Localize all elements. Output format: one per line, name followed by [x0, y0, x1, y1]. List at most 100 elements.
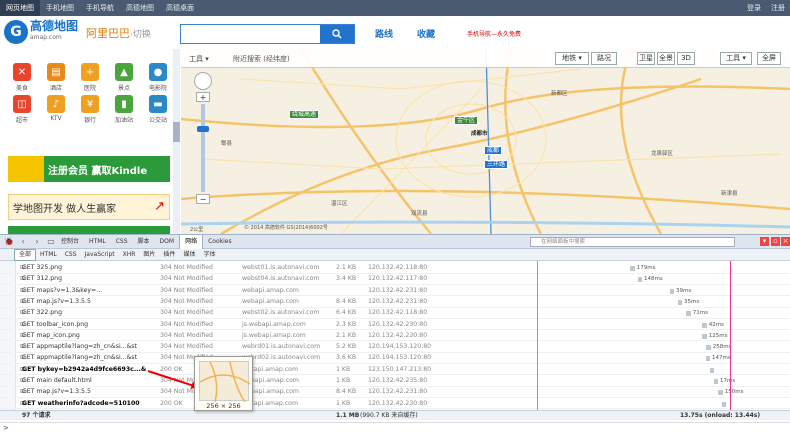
map-label: 新都区 — [551, 91, 568, 97]
3d-button[interactable]: 3D — [677, 52, 695, 65]
network-request-row[interactable]: ⊞ GET bykey=b2942a4d9fce6693c...& 200 OK re… — [0, 365, 790, 376]
request-url: GET main default.html — [22, 377, 92, 384]
category-item[interactable]: ▬ 公交站 — [144, 95, 172, 125]
kindle-banner[interactable]: 注册会员 赢取Kindle — [8, 156, 170, 182]
road-sign: 绕城高速 — [289, 110, 320, 119]
category-item[interactable]: ▤ 酒店 — [42, 63, 70, 93]
network-request-row[interactable]: ⊞ GET appmaptile?lang=zh_cn&si...&st 304 N… — [0, 353, 790, 365]
promo-link[interactable]: 手机导航—永久免费 — [467, 29, 521, 38]
request-size: 3.6 KB — [336, 354, 357, 362]
network-request-row[interactable]: ⊞ GET 322.png 304 Not Modified webst02.is.a… — [0, 308, 790, 319]
category-item[interactable]: ▮ 加油站 — [110, 95, 138, 125]
zoom-control: + − — [194, 72, 212, 212]
top-nav-item[interactable]: 手机导航 — [80, 0, 120, 16]
top-nav-item[interactable]: 高德桌面 — [160, 0, 200, 16]
panorama-button[interactable]: 全景 — [657, 52, 675, 65]
top-nav-item[interactable]: 网页地图 — [0, 0, 40, 16]
timeline-bar — [630, 266, 635, 271]
search-input[interactable] — [181, 25, 320, 43]
request-status: 200 OK — [160, 399, 183, 407]
zoom-slider[interactable] — [197, 104, 209, 192]
request-status: 304 Not Modified — [160, 264, 213, 271]
category-item[interactable]: + 医院 — [76, 63, 104, 93]
network-request-row[interactable]: ⊞ GET map.js?v=1.3.5.5 304 Not Modified web… — [0, 297, 790, 308]
request-ip: 120.194.153.120:80 — [368, 354, 432, 362]
timeline-bar — [722, 401, 726, 407]
hospital-icon: + — [81, 63, 99, 81]
network-request-row[interactable]: ⊞ GET 312.png 304 Not Modified webst04.is.a… — [0, 274, 790, 285]
login-link[interactable]: 登录 — [742, 3, 766, 13]
request-size: 1 KB — [336, 377, 351, 384]
map-tool-left[interactable]: 工具 ▾ — [189, 54, 209, 64]
category-label: 电影院 — [148, 85, 167, 92]
traffic-button[interactable]: 路况 — [591, 52, 617, 65]
category-label: KTV — [50, 115, 62, 122]
request-status: 304 Not Modified — [160, 343, 213, 351]
sidebar-scrollbar[interactable] — [173, 49, 180, 234]
network-request-row[interactable]: ⊞ GET map.js?v=1.3.5.5 304 Not Modified web… — [0, 387, 790, 398]
bus-icon: ▬ — [149, 95, 167, 113]
hotel-icon: ▤ — [47, 63, 65, 81]
category-item[interactable]: ● 电影院 — [144, 63, 172, 93]
request-ip: 120.132.42.117:80 — [368, 275, 428, 283]
route-link[interactable]: 路线 — [375, 27, 393, 40]
category-item[interactable]: ◫ 超市 — [8, 95, 36, 125]
register-link[interactable]: 注册 — [766, 3, 790, 13]
category-label: 美食 — [15, 85, 28, 92]
request-domain: webst04.is.autonavi.com — [242, 275, 320, 283]
scrollbar-thumb[interactable] — [173, 122, 180, 142]
request-url: GET bykey=b2942a4d9fce6693c...& — [22, 365, 147, 373]
category-item[interactable]: ♪ KTV — [42, 95, 70, 125]
subway-button[interactable]: 地铁 ▾ — [555, 52, 589, 65]
map-copyright: © 2014 高德软件 GS(2014)6002号 — [244, 225, 328, 231]
timeline-bar — [678, 299, 682, 305]
network-request-row[interactable]: ⊞ GET weatherinfo?adcode=510100 200 OK rest… — [0, 399, 790, 410]
map-label: 龙泉驿区 — [651, 151, 674, 157]
satellite-button[interactable]: 卫星 — [637, 52, 655, 65]
logo-sub: amap.com — [30, 34, 62, 41]
network-request-row[interactable]: ⊞ GET maps?v=1.3&key=... 304 Not Modified w… — [0, 286, 790, 297]
request-url: GET weatherinfo?adcode=510100 — [22, 399, 140, 407]
tools-button[interactable]: 工具 ▾ — [720, 52, 752, 65]
third-banner[interactable] — [8, 226, 170, 234]
network-request-row[interactable]: ⊞ GET toolbar_icon.png 304 Not Modified js.… — [0, 320, 790, 331]
category-item[interactable]: ▲ 景点 — [110, 63, 138, 93]
request-size: 1 KB — [336, 399, 351, 407]
timeline-bar — [706, 345, 711, 351]
pan-control[interactable] — [194, 72, 212, 90]
request-domain: webst01.is.autonavi.com — [242, 264, 320, 271]
dev-banner[interactable]: 学地图开发 做人生赢家 ↗ — [8, 194, 170, 220]
request-url: GET map.js?v=1.3.5.5 — [22, 388, 91, 396]
category-label: 景点 — [117, 85, 130, 92]
city-selector[interactable]: 阿里巴巴·切换 — [86, 25, 151, 41]
request-time: 71ms — [692, 310, 709, 317]
console-prompt[interactable]: > — [0, 422, 790, 433]
network-request-row[interactable]: ⊞ GET map_icon.png 304 Not Modified js.weba… — [0, 331, 790, 342]
timeline-bar — [714, 379, 718, 384]
zoom-in-button[interactable]: + — [196, 92, 210, 102]
timeline-bar — [710, 367, 714, 373]
search-button[interactable] — [320, 25, 354, 43]
fullscreen-button[interactable]: 全屏 — [757, 52, 781, 65]
category-item[interactable]: ✕ 美食 — [8, 63, 36, 93]
request-size: 2.3 KB — [336, 320, 357, 328]
network-request-row[interactable]: ⊞ GET main default.html 304 Not Modified we… — [0, 376, 790, 387]
zoom-slider-knob[interactable] — [197, 126, 209, 132]
category-item[interactable]: ¥ 银行 — [76, 95, 104, 125]
map-canvas[interactable]: 绕城高速 金牛区 成都 三环路 郫县 温江区 新都区 龙泉驿区 双流县 新津县 … — [181, 49, 790, 234]
city-change-link[interactable]: ·切换 — [130, 30, 151, 40]
logo[interactable]: G 高德地图 amap.com — [4, 20, 78, 44]
zoom-out-button[interactable]: − — [196, 194, 210, 204]
request-ip: 123.150.147.213:80 — [368, 365, 432, 373]
top-nav-item[interactable]: 手机地图 — [40, 0, 80, 16]
top-nav: 网页地图 手机地图 手机导航 高德地图 高德桌面 — [0, 0, 200, 16]
network-request-row[interactable]: ⊞ GET appmaptile?lang=zh_cn&si...&st 304 N… — [0, 342, 790, 353]
request-url: GET appmaptile?lang=zh_cn&si...&st — [22, 354, 138, 362]
network-request-row[interactable]: ⊞ GET 325.png 304 Not Modified webst01.is.a… — [0, 263, 790, 274]
category-label: 银行 — [83, 117, 96, 124]
map-label: 郫县 — [221, 141, 233, 147]
request-time: 35ms — [684, 298, 700, 305]
favorites-link[interactable]: 收藏 — [417, 27, 435, 40]
top-nav-item[interactable]: 高德地图 — [120, 0, 160, 16]
banner-ribbon — [8, 156, 44, 182]
